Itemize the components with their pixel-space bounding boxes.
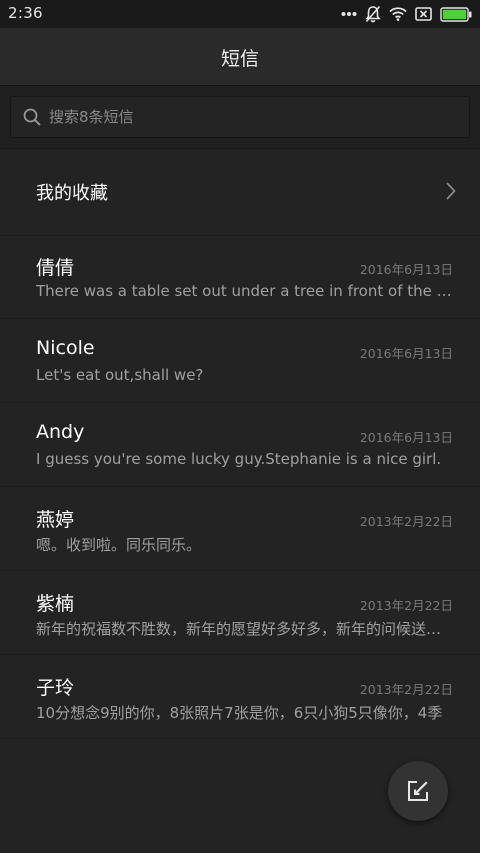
compose-icon [406,779,430,803]
app-header: 短信 [0,28,480,86]
search-icon [23,108,41,130]
thread-sender: 倩倩 [36,257,75,279]
status-bar: 2:36 [0,0,480,28]
more-dots-icon [341,11,357,17]
status-icons [341,4,472,24]
thread-snippet: 新年的祝福数不胜数，新年的愿望好多好多，新年的问候送给你 [36,620,454,638]
thread-item[interactable]: 倩倩 2016年6月13日 There was a table set out … [0,235,480,319]
favorites-label: 我的收藏 [36,183,108,204]
thread-snippet: 10分想念9别的你，8张照片7张是你，6只小狗5只像你，4季 [36,704,443,722]
thread-list: 倩倩 2016年6月13日 There was a table set out … [0,235,480,739]
bell-muted-icon [365,5,381,23]
page-title: 短信 [220,48,259,70]
thread-snippet: Let's eat out,shall we? [36,366,204,384]
thread-sender: Nicole [36,337,95,359]
favorites-row[interactable]: 我的收藏 [0,149,480,236]
battery-icon [440,6,472,22]
thread-date: 2013年2月22日 [359,598,453,613]
thread-item[interactable]: Andy 2016年6月13日 I guess you're some luck… [0,403,480,487]
thread-snippet: I guess you're some lucky guy.Stephanie … [36,450,442,468]
sim-no-signal-icon [415,7,432,21]
thread-date: 2016年6月13日 [359,430,453,445]
thread-date: 2013年2月22日 [359,514,453,529]
thread-date: 2016年6月13日 [359,346,453,361]
thread-item[interactable]: 紫楠 2013年2月22日 新年的祝福数不胜数，新年的愿望好多好多，新年的问候送… [0,571,480,655]
thread-item[interactable]: 子玲 2013年2月22日 10分想念9别的你，8张照片7张是你，6只小狗5只像… [0,655,480,739]
search-box[interactable] [10,96,470,138]
search-input[interactable] [49,97,449,137]
thread-sender: 紫楠 [36,593,75,615]
thread-snippet: There was a table set out under a tree i… [36,282,454,300]
chevron-right-icon [446,182,456,204]
compose-button[interactable] [388,761,448,821]
status-time: 2:36 [8,4,43,22]
thread-sender: Andy [36,421,85,443]
thread-item[interactable]: Nicole 2016年6月13日 Let's eat out,shall we… [0,319,480,403]
thread-sender: 子玲 [36,677,75,699]
thread-item[interactable]: 燕婷 2013年2月22日 嗯。收到啦。同乐同乐。 [0,487,480,571]
thread-date: 2013年2月22日 [359,682,453,697]
wifi-icon [389,7,407,21]
thread-date: 2016年6月13日 [359,262,453,277]
thread-snippet: 嗯。收到啦。同乐同乐。 [36,536,202,554]
thread-sender: 燕婷 [36,509,75,531]
search-bar [0,86,480,149]
